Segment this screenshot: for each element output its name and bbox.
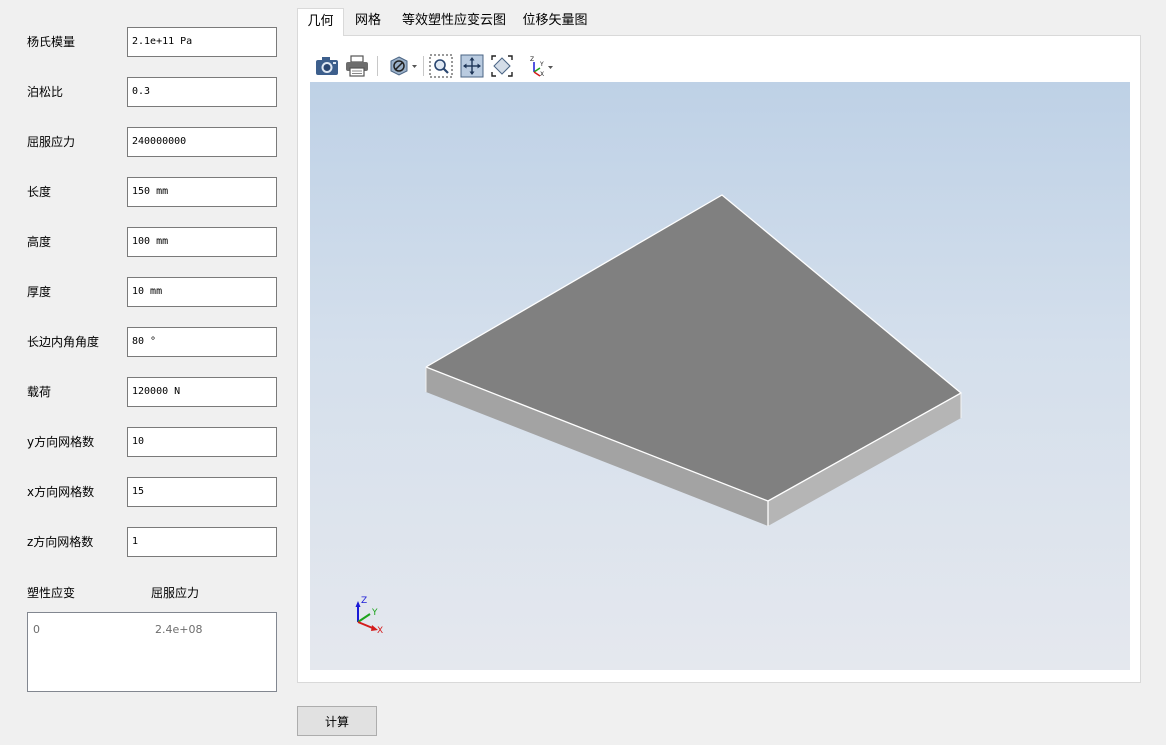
field-label: 高度 — [27, 235, 52, 249]
tab-pane-geometry: Z Y X Z Y X — [297, 35, 1141, 683]
field-youngs-modulus: 杨氏模量 2.1e+11 Pa — [27, 27, 277, 57]
load-input[interactable]: 120000 N — [127, 377, 277, 407]
pan-icon[interactable] — [459, 54, 485, 78]
tab-plastic-strain-contour[interactable]: 等效塑性应变云图 — [401, 8, 507, 36]
table-cell-strain[interactable]: 0 — [33, 623, 40, 636]
axes-view-icon[interactable]: Z Y X — [527, 54, 557, 78]
zoom-region-icon[interactable] — [428, 54, 454, 78]
field-label: x方向网格数 — [27, 485, 95, 499]
field-label: z方向网格数 — [27, 535, 94, 549]
table-header-yield-stress: 屈服应力 — [151, 586, 200, 600]
field-label: y方向网格数 — [27, 435, 95, 449]
long-edge-angle-input[interactable]: 80 ° — [127, 327, 277, 357]
field-yield-stress: 屈服应力 240000000 — [27, 127, 277, 157]
table-header-plastic-strain: 塑性应变 — [27, 586, 76, 600]
field-thickness: 厚度 10 mm — [27, 277, 277, 307]
table-cell-stress[interactable]: 2.4e+08 — [155, 623, 202, 636]
tab-geometry[interactable]: 几何 — [297, 8, 344, 36]
y-mesh-count-input[interactable]: 10 — [127, 427, 277, 457]
fit-all-icon[interactable] — [489, 54, 515, 78]
field-height: 高度 100 mm — [27, 227, 277, 257]
field-label: 长度 — [27, 185, 52, 199]
field-label: 屈服应力 — [27, 135, 76, 149]
tab-displacement-vector[interactable]: 位移矢量图 — [522, 8, 588, 36]
svg-text:Z: Z — [530, 56, 534, 63]
svg-text:X: X — [540, 71, 544, 78]
field-long-edge-angle: 长边内角角度 80 ° — [27, 327, 277, 357]
poisson-ratio-input[interactable]: 0.3 — [127, 77, 277, 107]
visibility-icon[interactable] — [388, 54, 420, 78]
z-mesh-count-input[interactable]: 1 — [127, 527, 277, 557]
stress-strain-table[interactable]: 0 2.4e+08 — [27, 612, 277, 692]
field-label: 长边内角角度 — [27, 335, 100, 349]
3d-viewport[interactable]: Z Y X — [310, 82, 1130, 670]
yield-stress-input[interactable]: 240000000 — [127, 127, 277, 157]
field-label: 杨氏模量 — [27, 35, 76, 49]
field-z-mesh-count: z方向网格数 1 — [27, 527, 277, 557]
calculate-button[interactable]: 计算 — [297, 706, 377, 736]
triad-x-label: X — [377, 626, 383, 636]
height-input[interactable]: 100 mm — [127, 227, 277, 257]
field-load: 载荷 120000 N — [27, 377, 277, 407]
svg-text:Y: Y — [539, 61, 544, 68]
x-mesh-count-input[interactable]: 15 — [127, 477, 277, 507]
length-input[interactable]: 150 mm — [127, 177, 277, 207]
youngs-modulus-input[interactable]: 2.1e+11 Pa — [127, 27, 277, 57]
triad-z-label: Z — [361, 596, 367, 606]
toolbar-separator — [423, 56, 424, 76]
field-label: 载荷 — [27, 385, 52, 399]
viewer-container: Z Y X Z Y X — [310, 48, 1130, 670]
field-label: 厚度 — [27, 285, 52, 299]
viewer-toolbar: Z Y X — [310, 48, 1130, 82]
field-length: 长度 150 mm — [27, 177, 277, 207]
triad-y-label: Y — [371, 608, 378, 618]
field-label: 泊松比 — [27, 85, 64, 99]
field-x-mesh-count: x方向网格数 15 — [27, 477, 277, 507]
toolbar-separator — [377, 56, 378, 76]
tab-mesh[interactable]: 网格 — [350, 8, 386, 36]
camera-icon[interactable] — [314, 54, 340, 78]
field-poisson-ratio: 泊松比 0.3 — [27, 77, 277, 107]
field-y-mesh-count: y方向网格数 10 — [27, 427, 277, 457]
print-icon[interactable] — [344, 54, 370, 78]
thickness-input[interactable]: 10 mm — [127, 277, 277, 307]
